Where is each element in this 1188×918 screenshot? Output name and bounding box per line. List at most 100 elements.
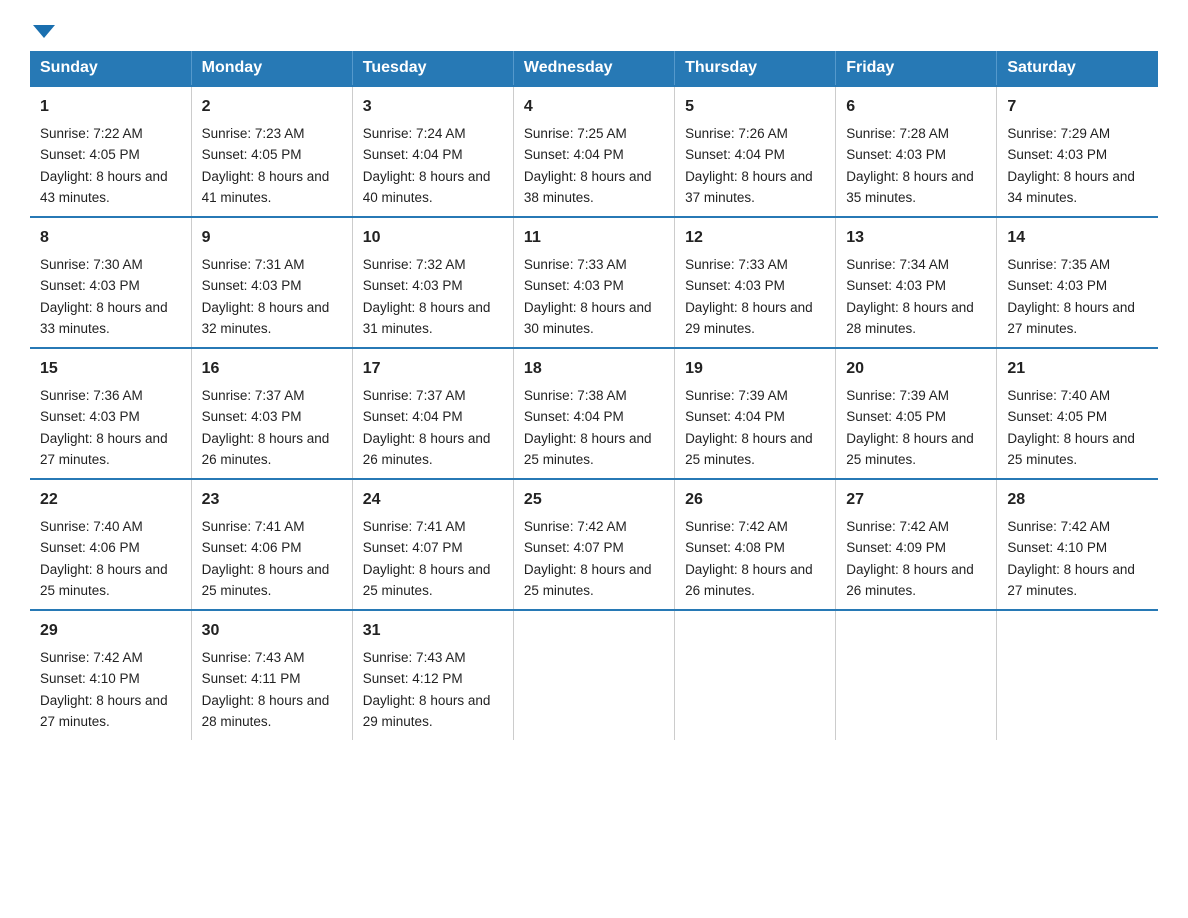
calendar-cell: 3 Sunrise: 7:24 AMSunset: 4:04 PMDayligh… xyxy=(352,86,513,217)
calendar-cell: 24 Sunrise: 7:41 AMSunset: 4:07 PMDaylig… xyxy=(352,479,513,610)
calendar-cell: 8 Sunrise: 7:30 AMSunset: 4:03 PMDayligh… xyxy=(30,217,191,348)
calendar-cell: 6 Sunrise: 7:28 AMSunset: 4:03 PMDayligh… xyxy=(836,86,997,217)
day-info: Sunrise: 7:43 AMSunset: 4:12 PMDaylight:… xyxy=(363,650,491,729)
day-number: 17 xyxy=(363,357,503,381)
calendar-cell: 26 Sunrise: 7:42 AMSunset: 4:08 PMDaylig… xyxy=(675,479,836,610)
day-info: Sunrise: 7:22 AMSunset: 4:05 PMDaylight:… xyxy=(40,126,168,205)
calendar-cell: 20 Sunrise: 7:39 AMSunset: 4:05 PMDaylig… xyxy=(836,348,997,479)
day-info: Sunrise: 7:42 AMSunset: 4:10 PMDaylight:… xyxy=(1007,519,1135,598)
calendar-week-row: 1 Sunrise: 7:22 AMSunset: 4:05 PMDayligh… xyxy=(30,86,1158,217)
day-of-week-thursday: Thursday xyxy=(675,51,836,86)
day-number: 19 xyxy=(685,357,825,381)
day-info: Sunrise: 7:40 AMSunset: 4:06 PMDaylight:… xyxy=(40,519,168,598)
day-info: Sunrise: 7:41 AMSunset: 4:06 PMDaylight:… xyxy=(202,519,330,598)
day-number: 2 xyxy=(202,95,342,119)
calendar-week-row: 8 Sunrise: 7:30 AMSunset: 4:03 PMDayligh… xyxy=(30,217,1158,348)
day-info: Sunrise: 7:42 AMSunset: 4:08 PMDaylight:… xyxy=(685,519,813,598)
calendar-cell: 2 Sunrise: 7:23 AMSunset: 4:05 PMDayligh… xyxy=(191,86,352,217)
calendar-cell: 10 Sunrise: 7:32 AMSunset: 4:03 PMDaylig… xyxy=(352,217,513,348)
day-number: 31 xyxy=(363,619,503,643)
calendar-cell: 11 Sunrise: 7:33 AMSunset: 4:03 PMDaylig… xyxy=(513,217,674,348)
days-of-week-row: SundayMondayTuesdayWednesdayThursdayFrid… xyxy=(30,51,1158,86)
day-info: Sunrise: 7:35 AMSunset: 4:03 PMDaylight:… xyxy=(1007,257,1135,336)
day-info: Sunrise: 7:39 AMSunset: 4:05 PMDaylight:… xyxy=(846,388,974,467)
day-number: 3 xyxy=(363,95,503,119)
day-number: 4 xyxy=(524,95,664,119)
day-number: 10 xyxy=(363,226,503,250)
day-info: Sunrise: 7:25 AMSunset: 4:04 PMDaylight:… xyxy=(524,126,652,205)
day-number: 5 xyxy=(685,95,825,119)
calendar-cell: 12 Sunrise: 7:33 AMSunset: 4:03 PMDaylig… xyxy=(675,217,836,348)
calendar-cell: 4 Sunrise: 7:25 AMSunset: 4:04 PMDayligh… xyxy=(513,86,674,217)
day-info: Sunrise: 7:42 AMSunset: 4:10 PMDaylight:… xyxy=(40,650,168,729)
logo xyxy=(30,20,55,31)
day-info: Sunrise: 7:29 AMSunset: 4:03 PMDaylight:… xyxy=(1007,126,1135,205)
day-number: 21 xyxy=(1007,357,1148,381)
day-info: Sunrise: 7:30 AMSunset: 4:03 PMDaylight:… xyxy=(40,257,168,336)
day-number: 8 xyxy=(40,226,181,250)
day-number: 1 xyxy=(40,95,181,119)
calendar-cell xyxy=(997,610,1158,740)
day-number: 29 xyxy=(40,619,181,643)
day-info: Sunrise: 7:24 AMSunset: 4:04 PMDaylight:… xyxy=(363,126,491,205)
day-info: Sunrise: 7:28 AMSunset: 4:03 PMDaylight:… xyxy=(846,126,974,205)
calendar-cell: 5 Sunrise: 7:26 AMSunset: 4:04 PMDayligh… xyxy=(675,86,836,217)
day-info: Sunrise: 7:23 AMSunset: 4:05 PMDaylight:… xyxy=(202,126,330,205)
day-of-week-tuesday: Tuesday xyxy=(352,51,513,86)
day-number: 25 xyxy=(524,488,664,512)
calendar-week-row: 22 Sunrise: 7:40 AMSunset: 4:06 PMDaylig… xyxy=(30,479,1158,610)
calendar-cell: 27 Sunrise: 7:42 AMSunset: 4:09 PMDaylig… xyxy=(836,479,997,610)
day-number: 20 xyxy=(846,357,986,381)
calendar-cell: 21 Sunrise: 7:40 AMSunset: 4:05 PMDaylig… xyxy=(997,348,1158,479)
calendar-cell xyxy=(675,610,836,740)
day-info: Sunrise: 7:40 AMSunset: 4:05 PMDaylight:… xyxy=(1007,388,1135,467)
day-info: Sunrise: 7:33 AMSunset: 4:03 PMDaylight:… xyxy=(685,257,813,336)
day-number: 14 xyxy=(1007,226,1148,250)
day-number: 26 xyxy=(685,488,825,512)
day-number: 13 xyxy=(846,226,986,250)
day-number: 6 xyxy=(846,95,986,119)
day-info: Sunrise: 7:38 AMSunset: 4:04 PMDaylight:… xyxy=(524,388,652,467)
day-number: 11 xyxy=(524,226,664,250)
calendar-cell: 7 Sunrise: 7:29 AMSunset: 4:03 PMDayligh… xyxy=(997,86,1158,217)
day-info: Sunrise: 7:32 AMSunset: 4:03 PMDaylight:… xyxy=(363,257,491,336)
day-number: 22 xyxy=(40,488,181,512)
calendar-cell: 30 Sunrise: 7:43 AMSunset: 4:11 PMDaylig… xyxy=(191,610,352,740)
day-info: Sunrise: 7:31 AMSunset: 4:03 PMDaylight:… xyxy=(202,257,330,336)
calendar-cell: 22 Sunrise: 7:40 AMSunset: 4:06 PMDaylig… xyxy=(30,479,191,610)
calendar-cell: 29 Sunrise: 7:42 AMSunset: 4:10 PMDaylig… xyxy=(30,610,191,740)
logo-triangle-icon xyxy=(33,25,55,38)
day-number: 18 xyxy=(524,357,664,381)
day-number: 12 xyxy=(685,226,825,250)
calendar-week-row: 15 Sunrise: 7:36 AMSunset: 4:03 PMDaylig… xyxy=(30,348,1158,479)
calendar-cell: 17 Sunrise: 7:37 AMSunset: 4:04 PMDaylig… xyxy=(352,348,513,479)
day-info: Sunrise: 7:37 AMSunset: 4:04 PMDaylight:… xyxy=(363,388,491,467)
day-info: Sunrise: 7:37 AMSunset: 4:03 PMDaylight:… xyxy=(202,388,330,467)
day-of-week-monday: Monday xyxy=(191,51,352,86)
day-info: Sunrise: 7:33 AMSunset: 4:03 PMDaylight:… xyxy=(524,257,652,336)
day-number: 30 xyxy=(202,619,342,643)
day-number: 16 xyxy=(202,357,342,381)
day-info: Sunrise: 7:43 AMSunset: 4:11 PMDaylight:… xyxy=(202,650,330,729)
calendar-header: SundayMondayTuesdayWednesdayThursdayFrid… xyxy=(30,51,1158,86)
calendar-cell: 18 Sunrise: 7:38 AMSunset: 4:04 PMDaylig… xyxy=(513,348,674,479)
page-header xyxy=(30,20,1158,31)
day-of-week-sunday: Sunday xyxy=(30,51,191,86)
calendar-week-row: 29 Sunrise: 7:42 AMSunset: 4:10 PMDaylig… xyxy=(30,610,1158,740)
calendar-cell: 28 Sunrise: 7:42 AMSunset: 4:10 PMDaylig… xyxy=(997,479,1158,610)
calendar-cell: 16 Sunrise: 7:37 AMSunset: 4:03 PMDaylig… xyxy=(191,348,352,479)
calendar-cell xyxy=(836,610,997,740)
day-info: Sunrise: 7:34 AMSunset: 4:03 PMDaylight:… xyxy=(846,257,974,336)
calendar-cell: 1 Sunrise: 7:22 AMSunset: 4:05 PMDayligh… xyxy=(30,86,191,217)
calendar-cell: 25 Sunrise: 7:42 AMSunset: 4:07 PMDaylig… xyxy=(513,479,674,610)
calendar-body: 1 Sunrise: 7:22 AMSunset: 4:05 PMDayligh… xyxy=(30,86,1158,740)
calendar-table: SundayMondayTuesdayWednesdayThursdayFrid… xyxy=(30,51,1158,740)
day-info: Sunrise: 7:41 AMSunset: 4:07 PMDaylight:… xyxy=(363,519,491,598)
day-number: 7 xyxy=(1007,95,1148,119)
day-info: Sunrise: 7:36 AMSunset: 4:03 PMDaylight:… xyxy=(40,388,168,467)
day-info: Sunrise: 7:26 AMSunset: 4:04 PMDaylight:… xyxy=(685,126,813,205)
day-info: Sunrise: 7:42 AMSunset: 4:07 PMDaylight:… xyxy=(524,519,652,598)
day-number: 15 xyxy=(40,357,181,381)
day-of-week-friday: Friday xyxy=(836,51,997,86)
calendar-cell: 31 Sunrise: 7:43 AMSunset: 4:12 PMDaylig… xyxy=(352,610,513,740)
